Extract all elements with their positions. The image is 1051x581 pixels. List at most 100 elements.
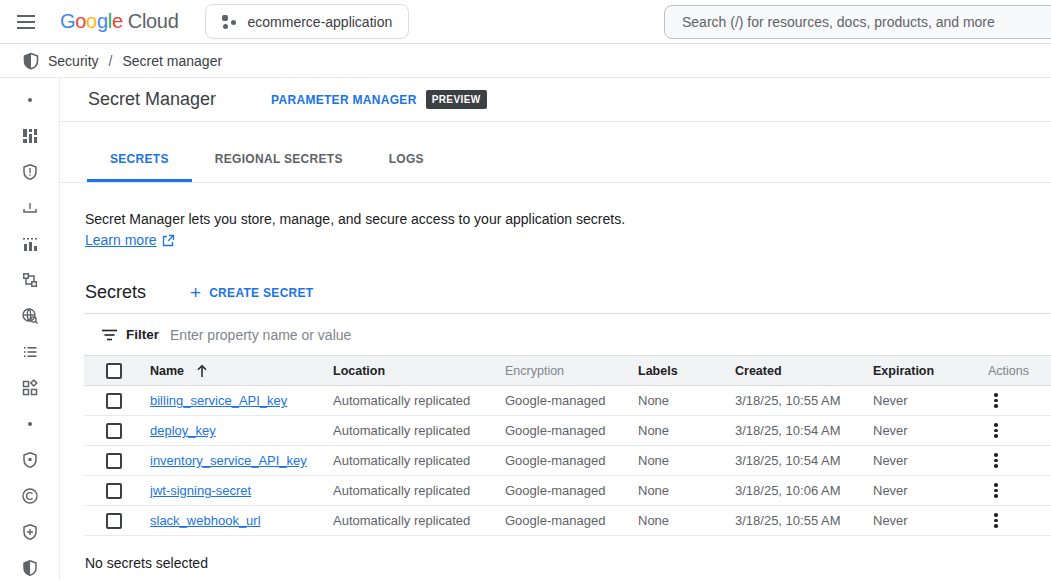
left-nav bbox=[0, 78, 60, 580]
tab-secrets[interactable]: SECRETS bbox=[87, 138, 192, 182]
tab-regional-secrets[interactable]: REGIONAL SECRETS bbox=[192, 138, 366, 182]
tab-bar: SECRETS REGIONAL SECRETS LOGS bbox=[60, 122, 1051, 183]
row-actions-menu[interactable] bbox=[989, 423, 1003, 438]
preview-badge: PREVIEW bbox=[426, 90, 487, 109]
row-actions-menu[interactable] bbox=[989, 513, 1003, 528]
col-header-location: Location bbox=[333, 364, 505, 378]
breadcrumb-separator: / bbox=[109, 53, 113, 69]
cell-encryption: Google-managed bbox=[505, 453, 638, 468]
col-header-labels: Labels bbox=[638, 364, 735, 378]
table-row: jwt-signing-secret Automatically replica… bbox=[84, 476, 1051, 506]
nav-web-scan-icon[interactable] bbox=[0, 298, 59, 334]
menu-icon[interactable] bbox=[17, 11, 35, 33]
cell-location: Automatically replicated bbox=[333, 453, 505, 468]
sort-ascending-icon[interactable] bbox=[196, 364, 208, 378]
nav-list-icon[interactable] bbox=[0, 334, 59, 370]
google-cloud-logo[interactable]: Google Cloud bbox=[60, 10, 179, 33]
page-title: Secret Manager bbox=[88, 89, 216, 110]
cell-created: 3/18/25, 10:55 AM bbox=[735, 513, 873, 528]
cell-expiration: Never bbox=[873, 483, 988, 498]
cell-expiration: Never bbox=[873, 513, 988, 528]
cell-location: Automatically replicated bbox=[333, 393, 505, 408]
project-icon bbox=[222, 15, 236, 29]
nav-shield-check-icon[interactable] bbox=[0, 442, 59, 478]
nav-overview-grid-icon[interactable] bbox=[0, 118, 59, 154]
secret-name-link[interactable]: inventory_service_API_key bbox=[150, 453, 307, 468]
filter-bar[interactable]: Filter bbox=[84, 314, 1051, 356]
cell-labels: None bbox=[638, 423, 735, 438]
col-header-expiration: Expiration bbox=[873, 364, 988, 378]
cell-labels: None bbox=[638, 393, 735, 408]
cell-location: Automatically replicated bbox=[333, 513, 505, 528]
cell-labels: None bbox=[638, 513, 735, 528]
plus-icon: + bbox=[190, 283, 201, 302]
parameter-manager-link[interactable]: PARAMETER MANAGER bbox=[271, 93, 417, 107]
cell-encryption: Google-managed bbox=[505, 393, 638, 408]
project-name: ecommerce-application bbox=[248, 14, 393, 30]
cell-expiration: Never bbox=[873, 423, 988, 438]
project-selector[interactable]: ecommerce-application bbox=[205, 4, 410, 39]
page-header: Secret Manager PARAMETER MANAGER PREVIEW bbox=[60, 78, 1051, 122]
cell-labels: None bbox=[638, 483, 735, 498]
nav-workloads-icon[interactable] bbox=[0, 370, 59, 406]
nav-shield-plus-icon[interactable] bbox=[0, 514, 59, 550]
cell-expiration: Never bbox=[873, 393, 988, 408]
table-row: deploy_key Automatically replicated Goog… bbox=[84, 416, 1051, 446]
nav-hierarchy-icon[interactable] bbox=[0, 262, 59, 298]
row-checkbox[interactable] bbox=[106, 393, 122, 409]
logo-google-word: Google bbox=[60, 10, 123, 33]
table-row: inventory_service_API_key Automatically … bbox=[84, 446, 1051, 476]
row-actions-menu[interactable] bbox=[989, 393, 1003, 408]
search-placeholder: Search (/) for resources, docs, products… bbox=[682, 14, 995, 30]
search-input[interactable]: Search (/) for resources, docs, products… bbox=[664, 5, 1051, 39]
row-actions-menu[interactable] bbox=[989, 453, 1003, 468]
nav-tray-icon[interactable] bbox=[0, 190, 59, 226]
breadcrumb: Security / Secret manager bbox=[0, 44, 1051, 78]
security-shield-icon bbox=[22, 52, 40, 70]
cell-created: 3/18/25, 10:06 AM bbox=[735, 483, 873, 498]
row-actions-menu[interactable] bbox=[989, 483, 1003, 498]
nav-dot2-icon[interactable] bbox=[0, 406, 59, 442]
cell-labels: None bbox=[638, 453, 735, 468]
cell-location: Automatically replicated bbox=[333, 423, 505, 438]
row-checkbox[interactable] bbox=[106, 423, 122, 439]
table-header-row: Name Location Encryption Labels Created … bbox=[84, 356, 1051, 386]
logo-cloud-word: Cloud bbox=[128, 10, 179, 33]
secret-name-link[interactable]: slack_webhook_url bbox=[150, 513, 261, 528]
cell-created: 3/18/25, 10:54 AM bbox=[735, 453, 873, 468]
secret-name-link[interactable]: billing_service_API_key bbox=[150, 393, 287, 408]
secrets-section-header: Secrets + CREATE SECRET bbox=[85, 282, 1051, 303]
filter-icon bbox=[102, 329, 117, 341]
breadcrumb-security[interactable]: Security bbox=[48, 53, 99, 69]
select-all-checkbox[interactable] bbox=[106, 363, 122, 379]
secrets-section-title: Secrets bbox=[85, 282, 146, 303]
nav-dot-icon[interactable] bbox=[0, 82, 59, 118]
select-all-cell bbox=[84, 363, 150, 379]
create-secret-button[interactable]: + CREATE SECRET bbox=[190, 283, 313, 302]
col-header-actions: Actions bbox=[988, 364, 1051, 378]
selection-status: No secrets selected bbox=[85, 555, 1051, 571]
breadcrumb-current: Secret manager bbox=[122, 53, 222, 69]
cell-location: Automatically replicated bbox=[333, 483, 505, 498]
top-bar: Google Cloud ecommerce-application Searc… bbox=[0, 0, 1051, 44]
col-header-encryption: Encryption bbox=[505, 364, 638, 378]
nav-compliance-icon[interactable] bbox=[0, 478, 59, 514]
row-checkbox[interactable] bbox=[106, 483, 122, 499]
external-link-icon bbox=[162, 234, 175, 247]
filter-input[interactable] bbox=[170, 327, 1051, 343]
nav-chart-icon[interactable] bbox=[0, 226, 59, 262]
tab-logs[interactable]: LOGS bbox=[366, 138, 447, 182]
cell-expiration: Never bbox=[873, 453, 988, 468]
nav-shield-alert-icon[interactable] bbox=[0, 154, 59, 190]
col-header-created: Created bbox=[735, 364, 873, 378]
description-text: Secret Manager lets you store, manage, a… bbox=[85, 209, 1051, 229]
nav-shield-half-icon[interactable] bbox=[0, 550, 59, 581]
secrets-table: Filter Name Location Encryption Labels C… bbox=[84, 313, 1051, 536]
learn-more-link[interactable]: Learn more bbox=[85, 230, 157, 250]
col-header-name[interactable]: Name bbox=[150, 364, 184, 378]
secret-name-link[interactable]: jwt-signing-secret bbox=[150, 483, 251, 498]
row-checkbox[interactable] bbox=[106, 513, 122, 529]
table-row: slack_webhook_url Automatically replicat… bbox=[84, 506, 1051, 536]
row-checkbox[interactable] bbox=[106, 453, 122, 469]
secret-name-link[interactable]: deploy_key bbox=[150, 423, 216, 438]
